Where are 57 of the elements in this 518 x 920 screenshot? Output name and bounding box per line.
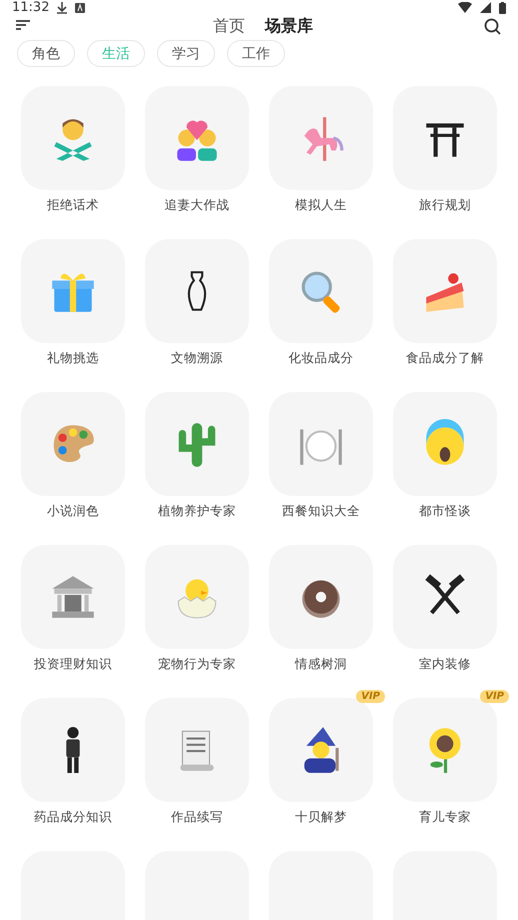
scene-tile[interactable] xyxy=(393,239,497,343)
scene-label: 十贝解梦 xyxy=(295,809,347,826)
scene-label: 拒绝话术 xyxy=(47,197,99,214)
scene-label: 植物养护专家 xyxy=(158,503,236,520)
scene-label: 化妆品成分 xyxy=(288,350,354,367)
scene-tile[interactable] xyxy=(393,392,497,496)
scene-tile[interactable] xyxy=(145,545,249,649)
standing-figure-icon xyxy=(66,727,80,773)
search-button[interactable] xyxy=(484,18,502,36)
scene-tile[interactable] xyxy=(21,698,125,802)
scene-tile[interactable] xyxy=(269,239,373,343)
signal-icon xyxy=(480,2,491,13)
scene-label: 西餐知识大全 xyxy=(282,503,360,520)
scene-tile[interactable] xyxy=(145,239,249,343)
category-chip[interactable]: 工作 xyxy=(227,40,285,67)
scene-tile[interactable] xyxy=(269,86,373,190)
scene-label: 药品成分知识 xyxy=(34,809,112,826)
scene-tile[interactable] xyxy=(21,392,125,496)
wifi-icon xyxy=(458,2,472,13)
scene-label: 小说润色 xyxy=(47,503,99,520)
scene-tile[interactable] xyxy=(269,698,373,802)
search-icon xyxy=(484,18,501,34)
download-icon xyxy=(57,2,68,14)
scene-tile[interactable] xyxy=(21,239,125,343)
scene-label: 室内装修 xyxy=(419,656,471,673)
scene-label: 宠物行为专家 xyxy=(158,656,236,673)
scene-tile[interactable] xyxy=(145,392,249,496)
scene-label: 文物溯源 xyxy=(171,350,223,367)
scene-label: 育儿专家 xyxy=(419,809,471,826)
notification-icon xyxy=(75,2,86,12)
scene-label: 作品续写 xyxy=(171,809,223,826)
scene-tile[interactable] xyxy=(145,698,249,802)
scene-label: 都市怪谈 xyxy=(419,503,471,520)
scene-label: 情感树洞 xyxy=(295,656,347,673)
scene-tile[interactable] xyxy=(393,545,497,649)
scene-tile[interactable] xyxy=(21,545,125,649)
scene-label: 模拟人生 xyxy=(295,197,347,214)
scene-tile[interactable] xyxy=(393,86,497,190)
battery-icon xyxy=(499,2,506,14)
scene-label: 礼物挑选 xyxy=(47,350,99,367)
category-chip[interactable]: 学习 xyxy=(157,40,215,67)
menu-icon xyxy=(16,18,30,32)
status-time: 11:32 xyxy=(12,0,50,15)
scene-label: 投资理财知识 xyxy=(34,656,112,673)
scene-tile[interactable] xyxy=(269,392,373,496)
scene-label: 旅行规划 xyxy=(419,197,471,214)
category-chip[interactable]: 角色 xyxy=(17,40,75,67)
scene-tile[interactable] xyxy=(393,698,497,802)
vip-badge: VIP xyxy=(480,690,509,703)
scene-tile[interactable] xyxy=(145,86,249,190)
vip-badge: VIP xyxy=(356,690,385,703)
scene-label: 食品成分了解 xyxy=(406,350,484,367)
scene-tile[interactable] xyxy=(269,545,373,649)
header-tab[interactable]: 首页 xyxy=(213,16,245,37)
header-tab[interactable]: 场景库 xyxy=(265,16,313,37)
scene-label: 追妻大作战 xyxy=(164,197,230,214)
scene-tile[interactable] xyxy=(21,86,125,190)
